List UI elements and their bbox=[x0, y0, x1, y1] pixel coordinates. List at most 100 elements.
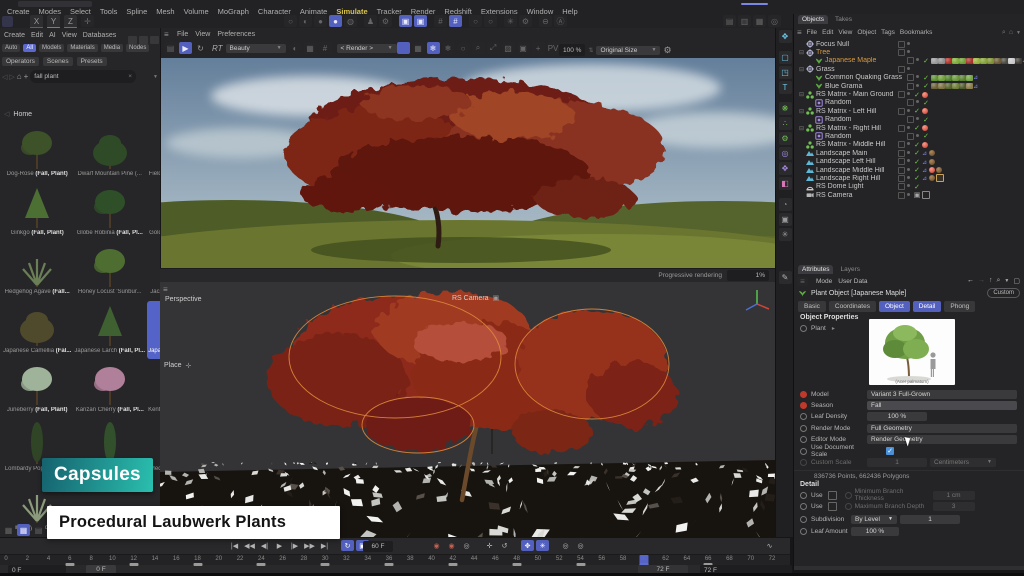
menu-create[interactable]: Create bbox=[7, 7, 30, 16]
menu-mograph[interactable]: MoGraph bbox=[218, 7, 249, 16]
guide-a-icon[interactable]: ○ bbox=[469, 15, 482, 27]
coordinate-system-icon[interactable]: ✛ bbox=[81, 15, 94, 27]
keyframe-marker[interactable] bbox=[576, 563, 585, 566]
object-row[interactable]: ⊟RS Matrix - Left Hill✓ bbox=[796, 107, 1023, 115]
material-swatch[interactable] bbox=[959, 58, 966, 65]
object-row[interactable]: RS Dome Light✓ bbox=[796, 183, 1023, 191]
rectangle-select-icon[interactable]: ▢ bbox=[779, 51, 792, 64]
tab-attributes[interactable]: Attributes bbox=[798, 265, 833, 274]
enabled-check-icon[interactable]: ✓ bbox=[913, 141, 921, 149]
loop-mode-icon[interactable]: ↻ bbox=[341, 540, 354, 551]
asset-tab-presets[interactable]: Presets bbox=[77, 57, 107, 66]
attr-tab-object[interactable]: Object bbox=[879, 301, 910, 312]
object-row[interactable]: Blue Grama✓⊿ bbox=[796, 82, 1023, 90]
thumb-view-icon[interactable]: ▦ bbox=[17, 524, 30, 536]
dock-icon[interactable] bbox=[128, 36, 137, 44]
cube-primitive-icon[interactable]: ◳ bbox=[779, 66, 792, 79]
viewport-burger-icon[interactable]: ≡ bbox=[163, 285, 168, 294]
play-render-icon[interactable]: ▶ bbox=[179, 42, 192, 54]
season-dropdown[interactable]: Fall bbox=[867, 401, 1017, 410]
material-swatch[interactable] bbox=[994, 58, 1001, 65]
focus-icon[interactable]: ⌕ bbox=[472, 42, 485, 54]
attr-tab-coordinates[interactable]: Coordinates bbox=[829, 301, 876, 312]
use-document-scale-checkbox[interactable]: ✓ bbox=[886, 447, 894, 455]
visibility-toggles[interactable] bbox=[907, 116, 921, 123]
object-row[interactable]: RS Camera▣ bbox=[796, 191, 1023, 199]
menu-preferences[interactable]: Preferences bbox=[217, 31, 255, 38]
menu-view[interactable]: View bbox=[62, 32, 77, 39]
lock-icon[interactable] bbox=[138, 72, 149, 82]
enabled-check-icon[interactable]: ✓ bbox=[922, 99, 930, 107]
material-swatch[interactable] bbox=[1001, 58, 1008, 65]
enabled-check-icon[interactable]: ✓ bbox=[922, 116, 930, 124]
min-branch-anim-dot[interactable] bbox=[800, 492, 807, 499]
model-dropdown[interactable]: Variant 3 Full-Grown bbox=[867, 390, 1017, 399]
window-icon[interactable] bbox=[139, 36, 148, 44]
search-options-chevron-icon[interactable]: ▼ bbox=[153, 74, 158, 80]
visibility-toggles[interactable] bbox=[907, 99, 921, 106]
red-tag-icon[interactable] bbox=[922, 125, 928, 131]
expand-toggle-icon[interactable]: ⊟ bbox=[799, 108, 806, 115]
target-tag-icon[interactable] bbox=[922, 191, 930, 199]
object-row[interactable]: ⊟RS Matrix - Right Hill✓ bbox=[796, 124, 1023, 132]
flag-tag-icon[interactable]: ⊿ bbox=[922, 175, 928, 181]
asset-tab-operators[interactable]: Operators bbox=[2, 57, 39, 66]
ab-split-icon[interactable]: ▨ bbox=[502, 42, 515, 54]
undo-icon[interactable] bbox=[2, 16, 13, 27]
expand-toggle-icon[interactable]: ⊟ bbox=[799, 66, 806, 73]
nav-back-icon[interactable]: ← bbox=[967, 277, 974, 286]
asset-card[interactable]: Globe Robinia (Fall, Pl... bbox=[73, 183, 146, 241]
record-rotation-icon[interactable]: ◉ bbox=[445, 540, 458, 551]
attr-search-icon[interactable]: ⌕ bbox=[997, 277, 1001, 286]
object-row[interactable]: Random✓ bbox=[796, 116, 1023, 124]
max-branch-use-checkbox[interactable] bbox=[828, 502, 837, 511]
asset-card[interactable]: Dwarf Mountain Pine (... bbox=[73, 124, 146, 182]
move-tool-icon[interactable]: ✥ bbox=[779, 30, 792, 43]
object-row[interactable]: ⊟Tree bbox=[796, 48, 1023, 56]
visibility-toggles[interactable] bbox=[907, 133, 921, 140]
asset-card[interactable]: Juneberry (Fall, Plant) bbox=[2, 360, 72, 418]
editor-mode-dropdown[interactable]: Render Geometry bbox=[867, 435, 1017, 444]
asset-card[interactable]: Honey Locust 'Sunbur... bbox=[73, 242, 146, 300]
pixel-grid-icon[interactable]: ▦ bbox=[412, 42, 425, 54]
home-icon[interactable]: ⌂ bbox=[17, 72, 22, 81]
asset-card[interactable]: Dog-Rose (Fall, Plant) bbox=[2, 124, 72, 182]
size-dropdown[interactable]: Original Size▼ bbox=[596, 46, 660, 55]
object-row[interactable]: ⊟RS Matrix - Main Ground✓ bbox=[796, 90, 1023, 98]
grid-icon[interactable]: # bbox=[434, 15, 447, 27]
leaf-density-field[interactable]: 100 % bbox=[867, 412, 927, 421]
instance-icon[interactable]: ✥ bbox=[779, 162, 792, 175]
box-tag-icon[interactable] bbox=[936, 174, 944, 182]
material-swatch[interactable] bbox=[938, 58, 945, 65]
expand-toggle-icon[interactable]: ⊟ bbox=[799, 49, 806, 56]
menu-create[interactable]: Create bbox=[4, 32, 25, 39]
quantize-keys-icon[interactable]: ✳ bbox=[536, 540, 549, 551]
material-swatch[interactable] bbox=[966, 83, 973, 90]
beauty-dropdown[interactable]: Beauty▼ bbox=[226, 44, 286, 53]
light-tool-icon[interactable]: ✳ bbox=[779, 228, 792, 241]
remove-icon[interactable]: ⊖ bbox=[539, 15, 552, 27]
brown-tag-icon[interactable] bbox=[929, 175, 935, 181]
render-to-pv-button[interactable]: ▥ bbox=[738, 15, 751, 27]
magnet-gear-icon[interactable]: ⚙ bbox=[519, 15, 532, 27]
enabled-check-icon[interactable]: ✓ bbox=[922, 132, 930, 140]
expand-toggle-icon[interactable]: ⊟ bbox=[799, 125, 806, 132]
workplane-icon[interactable]: # bbox=[449, 15, 462, 27]
menu-tags[interactable]: Tags bbox=[881, 29, 895, 36]
flag-tag-icon[interactable]: ⊿ bbox=[922, 167, 928, 173]
visibility-toggles[interactable] bbox=[898, 150, 912, 157]
menu-view[interactable]: View bbox=[195, 31, 210, 38]
visibility-toggles[interactable] bbox=[898, 141, 912, 148]
record-position-icon[interactable]: ◉ bbox=[430, 540, 443, 551]
material-swatch[interactable] bbox=[952, 83, 959, 90]
annotate-icon[interactable]: Ⓐ bbox=[554, 15, 567, 27]
axis-lock-x[interactable]: X bbox=[30, 15, 43, 29]
object-row[interactable]: Landscape Right Hill✓⊿ bbox=[796, 174, 1023, 182]
next-frame-icon[interactable]: |▶ bbox=[288, 540, 301, 551]
keyframe-marker[interactable] bbox=[385, 563, 394, 566]
lock-render-icon[interactable] bbox=[397, 42, 410, 54]
axis-lock-y[interactable]: Y bbox=[47, 15, 60, 29]
text-spline-icon[interactable]: T bbox=[779, 81, 792, 94]
plant-preview-thumbnail[interactable]: (Acer palmatum) bbox=[869, 319, 955, 385]
visibility-toggles[interactable] bbox=[898, 49, 912, 56]
